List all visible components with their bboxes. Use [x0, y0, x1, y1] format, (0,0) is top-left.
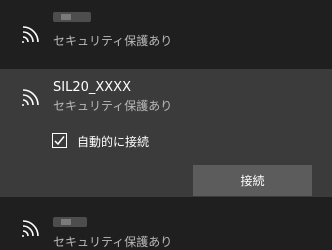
wifi-icon — [20, 23, 42, 45]
redacted-ssid — [53, 12, 91, 22]
checkmark-icon — [54, 136, 65, 146]
security-status: セキュリティ保護あり — [53, 235, 173, 249]
network-ssid: SIL20_XXXX — [53, 80, 131, 95]
auto-connect-checkbox[interactable] — [52, 133, 67, 148]
wifi-network-item-selected[interactable]: SIL20_XXXX セキュリティ保護あり 自動的に接続 接続 — [0, 69, 332, 197]
wifi-icon — [20, 86, 42, 108]
auto-connect-label[interactable]: 自動的に接続 — [77, 133, 149, 150]
security-status: セキュリティ保護あり — [53, 34, 173, 48]
wifi-network-item[interactable]: セキュリティ保護あり — [0, 0, 332, 64]
wifi-network-item[interactable]: セキュリティ保護あり — [0, 205, 332, 249]
redacted-ssid — [53, 217, 87, 227]
connect-button[interactable]: 接続 — [193, 165, 312, 196]
wifi-icon — [20, 217, 42, 239]
security-status: セキュリティ保護あり — [53, 99, 173, 113]
